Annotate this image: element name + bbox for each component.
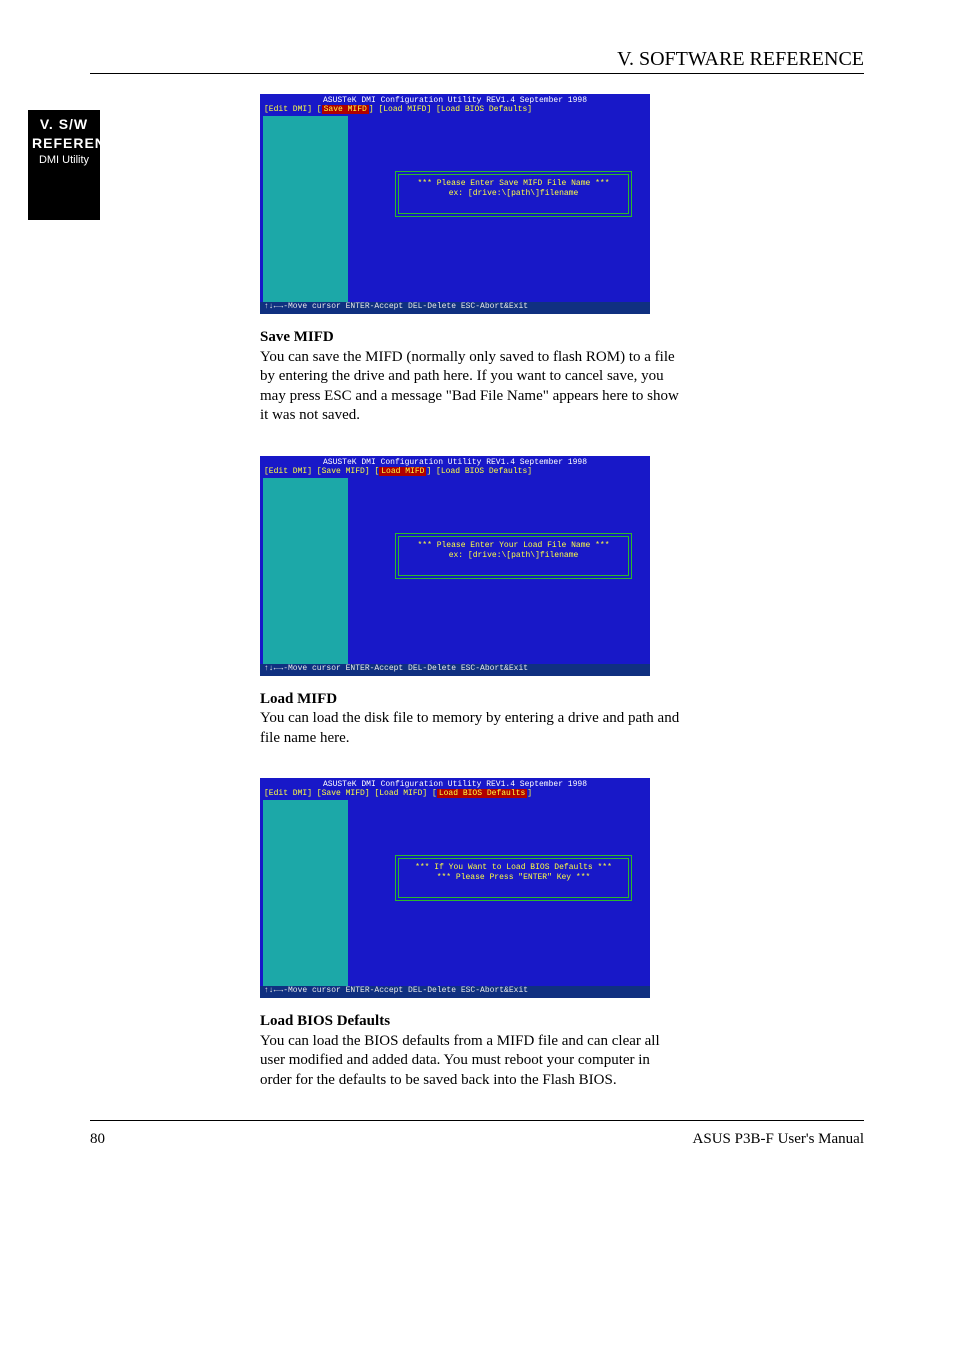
prompt-line1: *** Please Enter Your Load File Name ***	[399, 541, 628, 551]
caption-load-defaults: Load BIOS Defaults You can load the BIOS…	[260, 1012, 680, 1090]
menu-pre: [Edit DMI] [Save MIFD] [Load MIFD] [	[264, 789, 437, 798]
bios-right-panel: *** If You Want to Load BIOS Defaults **…	[350, 800, 647, 986]
prompt-line2: ex: [drive:\[path\]filename	[399, 551, 628, 561]
header-divider	[90, 73, 864, 74]
menu-selected: Load BIOS Defaults	[437, 789, 527, 798]
bios-right-panel: *** Please Enter Your Load File Name ***…	[350, 478, 647, 664]
prompt-line2: *** Please Press "ENTER" Key ***	[399, 873, 628, 883]
side-tab-line3: DMI Utility	[32, 154, 96, 167]
prompt-line2: ex: [drive:\[path\]filename	[399, 189, 628, 199]
caption-title: Load BIOS Defaults	[260, 1013, 390, 1029]
bios-screenshot-load-mifd: ASUSTeK DMI Configuration Utility REV1.4…	[260, 456, 650, 676]
bios-left-panel	[263, 116, 348, 302]
side-tab-line2: REFERENCE	[32, 135, 96, 152]
bios-menu: [Edit DMI] [Save MIFD] [Load MIFD] [Load…	[260, 789, 650, 798]
menu-pre: [Edit DMI] [	[264, 105, 322, 114]
caption-load-mifd: Load MIFD You can load the disk file to …	[260, 690, 680, 749]
bios-title: ASUSTeK DMI Configuration Utility REV1.4…	[260, 94, 650, 105]
footer-product: ASUS P3B-F User's Manual	[693, 1131, 864, 1148]
bios-menu: [Edit DMI] [Save MIFD] [Load MIFD] [Load…	[260, 467, 650, 476]
menu-selected: Load MIFD	[379, 467, 426, 476]
menu-post: ]	[527, 789, 532, 798]
bios-screenshot-load-defaults: ASUSTeK DMI Configuration Utility REV1.4…	[260, 778, 650, 998]
bios-prompt-box: *** If You Want to Load BIOS Defaults **…	[395, 855, 632, 901]
caption-title: Save MIFD	[260, 329, 334, 345]
bios-screenshot-save-mifd: ASUSTeK DMI Configuration Utility REV1.4…	[260, 94, 650, 314]
caption-text: You can load the BIOS defaults from a MI…	[260, 1033, 660, 1088]
side-tab: V. S/W REFERENCE DMI Utility	[28, 110, 100, 220]
bios-footer: ↑↓←→-Move cursor ENTER-Accept DEL-Delete…	[260, 986, 650, 998]
menu-pre: [Edit DMI] [Save MIFD] [	[264, 467, 379, 476]
bios-prompt-box: *** Please Enter Your Load File Name ***…	[395, 533, 632, 579]
prompt-line1: *** Please Enter Save MIFD File Name ***	[399, 179, 628, 189]
section-title: V. SOFTWARE REFERENCE	[90, 48, 864, 71]
bios-title: ASUSTeK DMI Configuration Utility REV1.4…	[260, 778, 650, 789]
bios-footer: ↑↓←→-Move cursor ENTER-Accept DEL-Delete…	[260, 664, 650, 676]
bios-footer: ↑↓←→-Move cursor ENTER-Accept DEL-Delete…	[260, 302, 650, 314]
caption-save-mifd: Save MIFD You can save the MIFD (normall…	[260, 328, 680, 426]
prompt-line1: *** If You Want to Load BIOS Defaults **…	[399, 863, 628, 873]
menu-post: ] [Load BIOS Defaults]	[426, 467, 532, 476]
bios-left-panel	[263, 478, 348, 664]
bios-left-panel	[263, 800, 348, 986]
bios-title: ASUSTeK DMI Configuration Utility REV1.4…	[260, 456, 650, 467]
caption-title: Load MIFD	[260, 691, 337, 707]
menu-selected: Save MIFD	[322, 105, 369, 114]
bios-right-panel: *** Please Enter Save MIFD File Name ***…	[350, 116, 647, 302]
caption-text: You can save the MIFD (normally only sav…	[260, 349, 679, 424]
bios-prompt-box: *** Please Enter Save MIFD File Name ***…	[395, 171, 632, 217]
menu-post: ] [Load MIFD] [Load BIOS Defaults]	[369, 105, 532, 114]
caption-text: You can load the disk file to memory by …	[260, 710, 679, 746]
bios-menu: [Edit DMI] [Save MIFD] [Load MIFD] [Load…	[260, 105, 650, 114]
page-number: 80	[90, 1131, 105, 1148]
side-tab-line1: V. S/W	[32, 116, 96, 133]
